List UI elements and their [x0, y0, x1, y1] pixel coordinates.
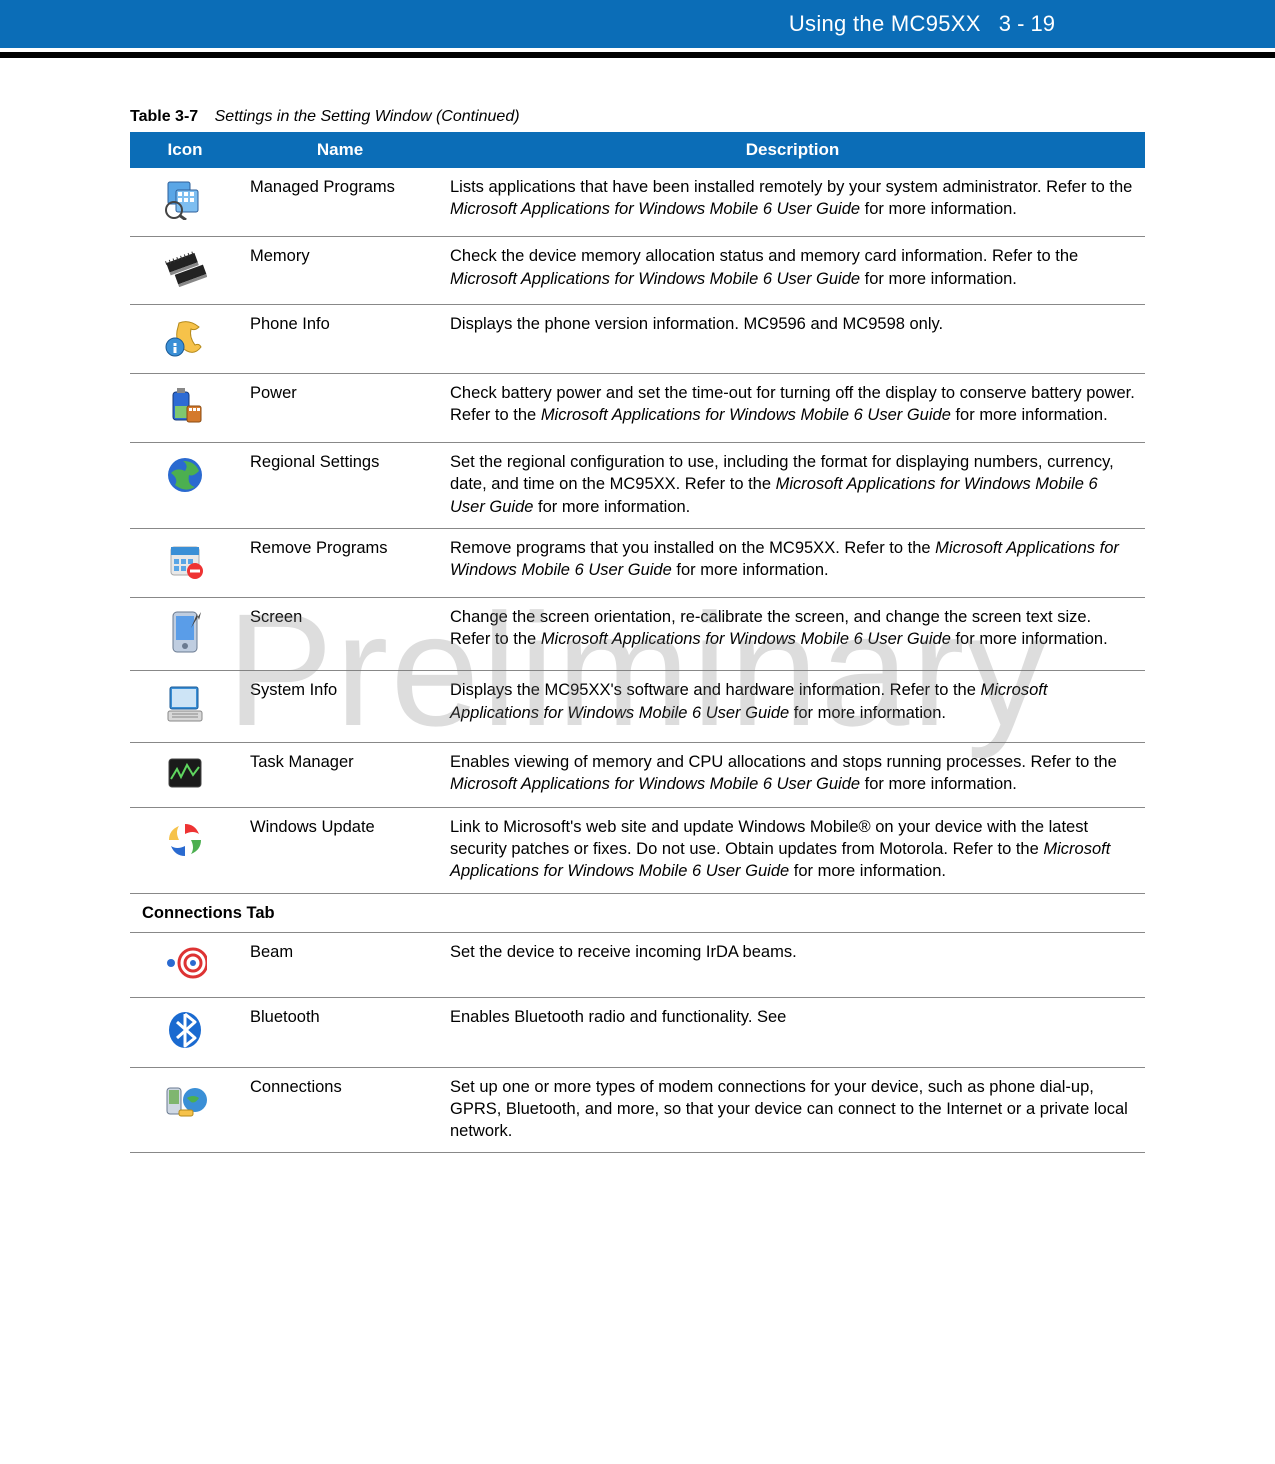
managed-programs-icon — [130, 168, 240, 237]
table-row: Task ManagerEnables viewing of memory an… — [130, 742, 1145, 807]
setting-name: Memory — [240, 237, 440, 304]
regional-settings-icon — [130, 443, 240, 529]
col-description: Description — [440, 132, 1145, 168]
setting-description: Set the device to receive incoming IrDA … — [440, 932, 1145, 997]
table-label: Table 3-7 — [130, 108, 198, 125]
setting-description: Displays the phone version information. … — [440, 304, 1145, 373]
setting-description: Enables viewing of memory and CPU alloca… — [440, 742, 1145, 807]
remove-programs-icon — [130, 528, 240, 597]
table-row: ScreenChange the screen orientation, re-… — [130, 598, 1145, 671]
windows-update-icon — [130, 807, 240, 893]
setting-description: Remove programs that you installed on th… — [440, 528, 1145, 597]
setting-name: Phone Info — [240, 304, 440, 373]
table-row: PowerCheck battery power and set the tim… — [130, 373, 1145, 442]
setting-description: Check battery power and set the time-out… — [440, 373, 1145, 442]
setting-description: Lists applications that have been instal… — [440, 168, 1145, 237]
setting-name: Managed Programs — [240, 168, 440, 237]
system-info-icon — [130, 671, 240, 742]
setting-name: Power — [240, 373, 440, 442]
setting-description: Set up one or more types of modem connec… — [440, 1067, 1145, 1153]
setting-description: Check the device memory allocation statu… — [440, 237, 1145, 304]
setting-name: Remove Programs — [240, 528, 440, 597]
table-row: Remove ProgramsRemove programs that you … — [130, 528, 1145, 597]
section-header: Connections Tab — [130, 893, 1145, 932]
col-icon: Icon — [130, 132, 240, 168]
settings-table: Icon Name Description Managed ProgramsLi… — [130, 132, 1145, 1153]
setting-name: Regional Settings — [240, 443, 440, 529]
setting-name: Windows Update — [240, 807, 440, 893]
table-row: BluetoothEnables Bluetooth radio and fun… — [130, 998, 1145, 1067]
setting-description: Link to Microsoft's web site and update … — [440, 807, 1145, 893]
table-row: Managed ProgramsLists applications that … — [130, 168, 1145, 237]
setting-name: System Info — [240, 671, 440, 742]
setting-name: Connections — [240, 1067, 440, 1153]
section-header-row: Connections Tab — [130, 893, 1145, 932]
header-page-number: 3 - 19 — [999, 11, 1055, 37]
screen-icon — [130, 598, 240, 671]
page-header: Using the MC95XX 3 - 19 — [0, 0, 1275, 48]
setting-description: Enables Bluetooth radio and functionalit… — [440, 998, 1145, 1067]
table-caption: Table 3-7 Settings in the Setting Window… — [130, 108, 1145, 126]
phone-info-icon — [130, 304, 240, 373]
setting-name: Task Manager — [240, 742, 440, 807]
setting-name: Screen — [240, 598, 440, 671]
setting-description: Set the regional configuration to use, i… — [440, 443, 1145, 529]
table-row: BeamSet the device to receive incoming I… — [130, 932, 1145, 997]
task-manager-icon — [130, 742, 240, 807]
table-row: Phone InfoDisplays the phone version inf… — [130, 304, 1145, 373]
table-title: Settings in the Setting Window (Continue… — [215, 108, 520, 125]
bluetooth-icon — [130, 998, 240, 1067]
table-row: ConnectionsSet up one or more types of m… — [130, 1067, 1145, 1153]
setting-description: Displays the MC95XX's software and hardw… — [440, 671, 1145, 742]
col-name: Name — [240, 132, 440, 168]
beam-icon — [130, 932, 240, 997]
setting-description: Change the screen orientation, re-calibr… — [440, 598, 1145, 671]
setting-name: Bluetooth — [240, 998, 440, 1067]
header-title: Using the MC95XX — [789, 11, 981, 37]
table-row: Regional SettingsSet the regional config… — [130, 443, 1145, 529]
setting-name: Beam — [240, 932, 440, 997]
power-icon — [130, 373, 240, 442]
memory-icon — [130, 237, 240, 304]
table-row: System InfoDisplays the MC95XX's softwar… — [130, 671, 1145, 742]
table-row: Windows UpdateLink to Microsoft's web si… — [130, 807, 1145, 893]
connections-icon — [130, 1067, 240, 1153]
table-row: MemoryCheck the device memory allocation… — [130, 237, 1145, 304]
